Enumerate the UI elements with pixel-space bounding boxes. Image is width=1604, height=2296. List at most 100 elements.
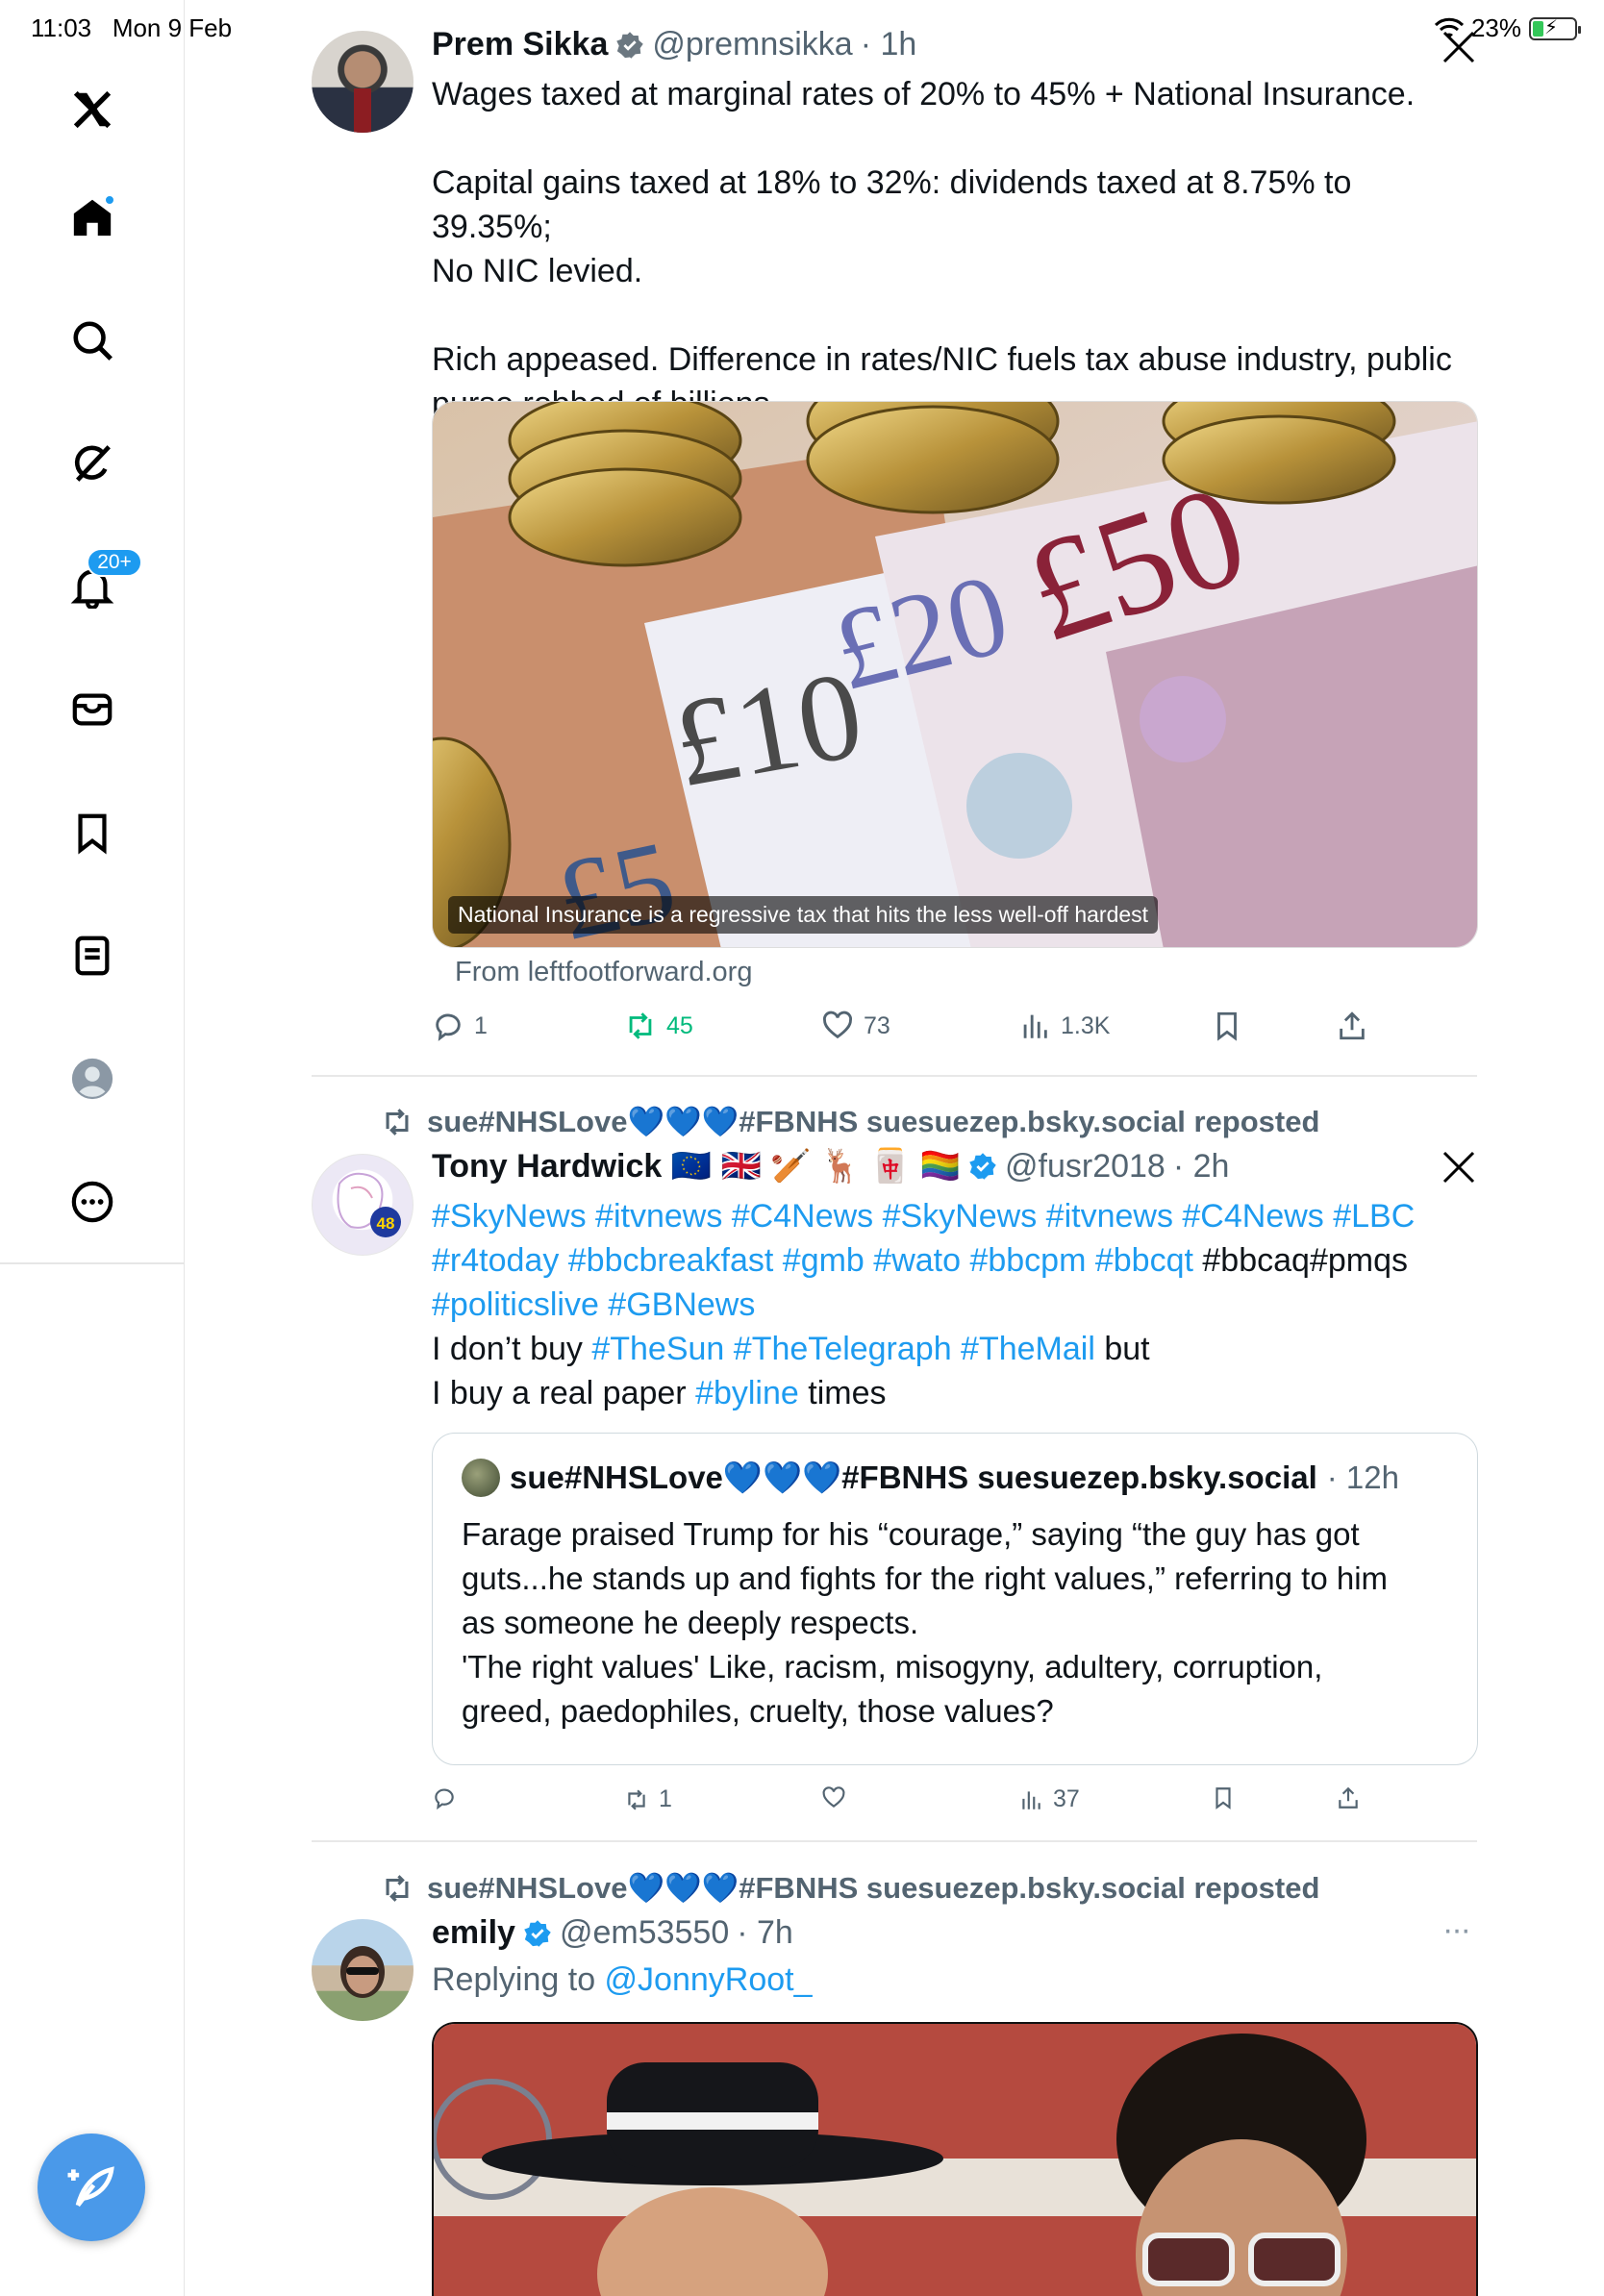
heart-icon (823, 1011, 852, 1039)
more-circle-icon (71, 1181, 113, 1223)
profile-avatar-icon (71, 1058, 113, 1100)
quote-author-name[interactable]: sue#NHSLove💙💙💙#FBNHS suesuezep.bsky.soci… (510, 1460, 1317, 1497)
tweet-time: · 7h (737, 1914, 793, 1951)
banknotes-illustration: £10 £20 £50 £5 (433, 402, 1477, 947)
quote-text-line: 'The right values' Like, racism, misogyn… (462, 1649, 1323, 1685)
reposted-by[interactable]: sue#NHSLove💙💙💙#FBNHS suesuezep.bsky.soci… (427, 1104, 1319, 1139)
repost-button[interactable]: 45 (624, 1010, 693, 1042)
more-options-button[interactable]: ··· (1442, 1911, 1471, 1949)
quote-text-line: guts...he stands up and fights for the r… (462, 1560, 1389, 1596)
envelope-icon (72, 693, 113, 726)
share-button[interactable] (1336, 1785, 1361, 1810)
like-button[interactable] (821, 1785, 846, 1810)
reply-button[interactable]: 1 (432, 1010, 488, 1042)
x-logo-icon (1442, 31, 1475, 63)
repost-indicator: sue#NHSLove💙💙💙#FBNHS suesuezep.bsky.soci… (381, 1104, 1319, 1139)
nav-more[interactable] (63, 1173, 121, 1231)
grok-icon (74, 445, 111, 482)
quote-text-line: greed, paedophiles, cruelty, those value… (462, 1693, 1054, 1729)
hashtags[interactable]: #politicslive #GBNews (432, 1286, 755, 1323)
nav-lists[interactable] (63, 927, 121, 985)
bookmark-icon (1217, 1011, 1237, 1041)
repost-button[interactable]: 1 (624, 1785, 672, 1813)
author-handle[interactable]: @fusr2018 (1005, 1148, 1165, 1185)
views-chart-icon (1023, 1014, 1047, 1038)
share-button[interactable] (1336, 1010, 1368, 1042)
views-chart-icon (1022, 1790, 1040, 1809)
avatar-emily[interactable] (312, 1919, 414, 2021)
bookmark-icon (1216, 1787, 1231, 1809)
nav-notifications[interactable]: 20+ (63, 548, 142, 615)
avatar-illustration: 48 (337, 1172, 401, 1237)
reposted-by[interactable]: sue#NHSLove💙💙💙#FBNHS suesuezep.bsky.soci… (427, 1870, 1319, 1906)
nav-home[interactable] (63, 188, 121, 246)
media-caption: National Insurance is a regressive tax t… (448, 896, 1159, 934)
repost-count: 45 (666, 1011, 693, 1039)
tweet-text-line: Capital gains taxed at 18% to 32%: divid… (432, 164, 1352, 245)
avatar-badge-number: 48 (377, 1214, 395, 1233)
tweet-media-photo[interactable] (432, 2022, 1478, 2296)
bookmark-button[interactable] (1211, 1785, 1236, 1810)
hashtags[interactable]: #r4today #bbcbreakfast #gmb #wato #bbcpm… (432, 1242, 1193, 1279)
nav-search[interactable] (63, 312, 121, 369)
replying-to-handle[interactable]: @JonnyRoot_ (605, 1961, 813, 1998)
quote-text-line: Farage praised Trump for his “courage,” … (462, 1516, 1360, 1552)
battery-icon: ⚡ (1529, 16, 1581, 40)
tweet-text: #SkyNews #itvnews #C4News #SkyNews #itvn… (432, 1194, 1480, 1415)
views-button[interactable]: 37 (1018, 1785, 1080, 1813)
media-source[interactable]: From leftfootforward.org (455, 957, 752, 988)
tweet-header: Tony Hardwick 🇪🇺 🇬🇧 🏏 🦌 🀄 🏳️‍🌈 @fusr2018… (432, 1147, 1229, 1185)
nav-bookmarks[interactable] (63, 804, 121, 861)
nav-messages[interactable] (63, 681, 121, 738)
author-handle[interactable]: @premnsikka (652, 26, 852, 63)
plain-text: but (1094, 1331, 1150, 1367)
bookmark-button[interactable] (1211, 1010, 1243, 1042)
avatar-prem-sikka[interactable] (312, 31, 414, 133)
repost-icon (386, 1874, 409, 1902)
home-unread-dot (104, 194, 115, 206)
replying-prefix: Replying to (432, 1961, 605, 1998)
compose-feather-icon (67, 2166, 114, 2208)
author-name[interactable]: emily (432, 1914, 515, 1952)
author-handle[interactable]: @em53550 (560, 1914, 729, 1952)
plain-text: I don’t buy (432, 1331, 592, 1367)
repost-icon (628, 1788, 645, 1810)
hashtags[interactable]: #TheSun #TheTelegraph #TheMail (591, 1331, 1095, 1367)
reply-icon (436, 1013, 461, 1041)
bookmark-icon (78, 813, 107, 855)
views-button[interactable]: 1.3K (1018, 1010, 1110, 1042)
sidebar-separator (0, 1262, 185, 1264)
views-count: 1.3K (1061, 1011, 1111, 1039)
like-button[interactable]: 73 (821, 1010, 890, 1042)
x-logo-icon (1442, 1151, 1475, 1184)
tweet-divider (312, 1075, 1477, 1077)
battery-percent: 23% (1470, 13, 1521, 42)
hashtag[interactable]: #byline (695, 1375, 799, 1411)
like-count: 73 (864, 1011, 890, 1039)
notifications-badge: 20+ (87, 548, 142, 577)
quote-text: Farage praised Trump for his “courage,” … (462, 1512, 1452, 1734)
heart-icon (822, 1786, 845, 1808)
nav-profile[interactable] (63, 1050, 121, 1108)
author-name[interactable]: Prem Sikka (432, 26, 608, 63)
quote-time: · 12h (1326, 1460, 1399, 1495)
nav-grok[interactable] (63, 435, 121, 492)
author-name[interactable]: Tony Hardwick 🇪🇺 🇬🇧 🏏 🦌 🀄 🏳️‍🌈 (432, 1147, 961, 1185)
tweet-time: · 2h (1172, 1147, 1230, 1185)
nav-x-logo[interactable] (63, 81, 121, 138)
tweet-media-banknotes[interactable]: £10 £20 £50 £5 National Insurance is a r… (432, 401, 1478, 948)
avatar-tony-hardwick[interactable]: 48 (312, 1154, 414, 1256)
quote-tweet-card[interactable]: sue#NHSLove💙💙💙#FBNHS suesuezep.bsky.soci… (432, 1433, 1478, 1765)
reply-button[interactable] (432, 1785, 457, 1810)
compose-button[interactable] (38, 2134, 145, 2241)
verified-badge-icon (524, 1919, 551, 1947)
x-logo-icon (73, 90, 112, 129)
repost-indicator: sue#NHSLove💙💙💙#FBNHS suesuezep.bsky.soci… (381, 1870, 1319, 1906)
sidebar: 20+ (0, 0, 185, 2296)
tweet-text-line: No NIC levied. (432, 253, 643, 289)
reply-count: 1 (474, 1011, 488, 1039)
tweet-time: · 1h (860, 26, 917, 62)
views-count: 37 (1053, 1785, 1080, 1812)
tweet-text-line: Rich appeased. Difference in rates/NIC f… (432, 341, 1452, 378)
hashtags[interactable]: #SkyNews #itvnews #C4News #SkyNews #itvn… (432, 1198, 1415, 1235)
